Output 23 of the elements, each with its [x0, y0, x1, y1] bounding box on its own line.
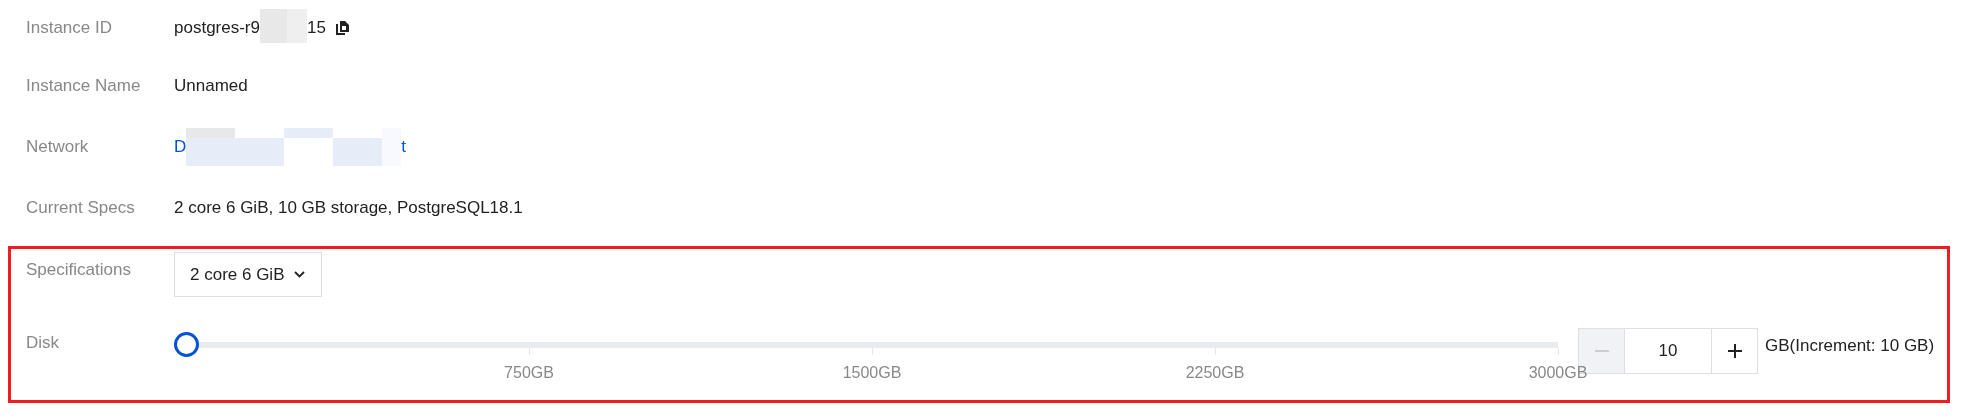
field-value: Unnamed — [174, 75, 248, 96]
field-label: Current Specs — [26, 197, 136, 218]
instance-id-text: postgres-r9 — [174, 17, 260, 38]
field-label: Disk — [26, 332, 61, 353]
field-label: Specifications — [26, 259, 132, 281]
plus-icon — [1727, 344, 1742, 358]
increment-note: GB(Increment: 10 GB) — [1765, 335, 1935, 356]
field-value: 2 core 6 GiB, 10 GB storage, PostgreSQL18.1 — [174, 197, 523, 218]
slider-thumb[interactable] — [174, 332, 199, 357]
instance-id-text: 15 — [307, 17, 326, 38]
network-link[interactable]: D — [174, 136, 187, 157]
specifications-dropdown[interactable]: 2 core 6 GiB — [174, 252, 322, 297]
tick-label: 2250GB — [1185, 364, 1245, 382]
disk-slider[interactable] — [174, 332, 1560, 357]
field-label: Instance Name — [26, 75, 142, 96]
tick-label: 750GB — [504, 364, 554, 382]
field-label: Network — [26, 136, 90, 157]
tick-label: 1500GB — [842, 364, 902, 382]
field-label: Instance ID — [26, 17, 113, 38]
network-link[interactable]: t — [401, 136, 406, 157]
minus-icon — [1594, 350, 1609, 352]
chevron-down-icon — [293, 271, 305, 278]
copy-icon[interactable] — [335, 20, 349, 35]
